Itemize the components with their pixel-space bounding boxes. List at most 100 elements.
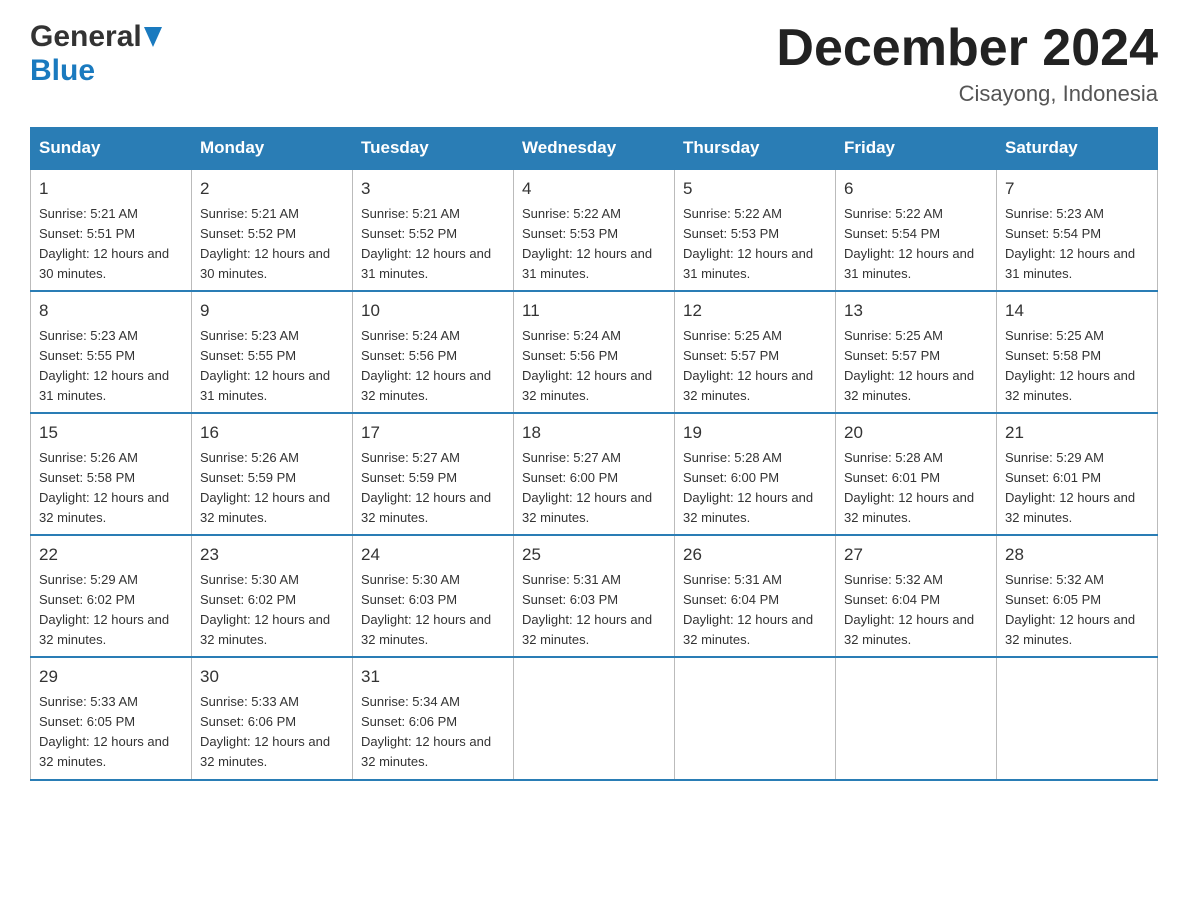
day-number: 4 bbox=[522, 176, 666, 202]
day-number: 24 bbox=[361, 542, 505, 568]
day-info: Sunrise: 5:34 AMSunset: 6:06 PMDaylight:… bbox=[361, 694, 491, 769]
day-info: Sunrise: 5:23 AMSunset: 5:54 PMDaylight:… bbox=[1005, 206, 1135, 281]
month-year-title: December 2024 bbox=[776, 20, 1158, 77]
calendar-cell: 1 Sunrise: 5:21 AMSunset: 5:51 PMDaylight… bbox=[31, 169, 192, 291]
day-number: 22 bbox=[39, 542, 183, 568]
day-info: Sunrise: 5:26 AMSunset: 5:58 PMDaylight:… bbox=[39, 450, 169, 525]
calendar-week-row: 1 Sunrise: 5:21 AMSunset: 5:51 PMDaylight… bbox=[31, 169, 1158, 291]
col-header-monday: Monday bbox=[192, 128, 353, 170]
day-number: 15 bbox=[39, 420, 183, 446]
day-number: 18 bbox=[522, 420, 666, 446]
calendar-cell: 28Sunrise: 5:32 AMSunset: 6:05 PMDayligh… bbox=[997, 535, 1158, 657]
day-number: 10 bbox=[361, 298, 505, 324]
calendar-cell: 19 Sunrise: 5:28 AMSunset: 6:00 PMDayligh… bbox=[675, 413, 836, 535]
day-number: 1 bbox=[39, 176, 183, 202]
calendar-cell bbox=[514, 657, 675, 779]
calendar-cell: 24 Sunrise: 5:30 AMSunset: 6:03 PMDayligh… bbox=[353, 535, 514, 657]
logo: General Blue bbox=[30, 20, 162, 88]
day-info: Sunrise: 5:27 AMSunset: 6:00 PMDaylight:… bbox=[522, 450, 652, 525]
day-info: Sunrise: 5:25 AMSunset: 5:57 PMDaylight:… bbox=[844, 328, 974, 403]
day-info: Sunrise: 5:27 AMSunset: 5:59 PMDaylight:… bbox=[361, 450, 491, 525]
day-info: Sunrise: 5:31 AMSunset: 6:03 PMDaylight:… bbox=[522, 572, 652, 647]
calendar-cell: 13 Sunrise: 5:25 AMSunset: 5:57 PMDayligh… bbox=[836, 291, 997, 413]
day-number: 31 bbox=[361, 664, 505, 690]
day-number: 26 bbox=[683, 542, 827, 568]
day-info: Sunrise: 5:22 AMSunset: 5:53 PMDaylight:… bbox=[522, 206, 652, 281]
day-info: Sunrise: 5:21 AMSunset: 5:51 PMDaylight:… bbox=[39, 206, 169, 281]
calendar-week-row: 29 Sunrise: 5:33 AMSunset: 6:05 PMDayligh… bbox=[31, 657, 1158, 779]
day-number: 6 bbox=[844, 176, 988, 202]
calendar-cell: 14 Sunrise: 5:25 AMSunset: 5:58 PMDayligh… bbox=[997, 291, 1158, 413]
day-number: 17 bbox=[361, 420, 505, 446]
calendar-cell bbox=[997, 657, 1158, 779]
calendar-cell: 20 Sunrise: 5:28 AMSunset: 6:01 PMDayligh… bbox=[836, 413, 997, 535]
calendar-table: SundayMondayTuesdayWednesdayThursdayFrid… bbox=[30, 127, 1158, 780]
calendar-cell: 15 Sunrise: 5:26 AMSunset: 5:58 PMDayligh… bbox=[31, 413, 192, 535]
col-header-saturday: Saturday bbox=[997, 128, 1158, 170]
day-info: Sunrise: 5:25 AMSunset: 5:58 PMDaylight:… bbox=[1005, 328, 1135, 403]
day-number: 23 bbox=[200, 542, 344, 568]
calendar-cell bbox=[836, 657, 997, 779]
day-info: Sunrise: 5:33 AMSunset: 6:05 PMDaylight:… bbox=[39, 694, 169, 769]
day-number: 2 bbox=[200, 176, 344, 202]
day-number: 30 bbox=[200, 664, 344, 690]
page-header: General Blue December 2024 Cisayong, Ind… bbox=[30, 20, 1158, 107]
day-number: 5 bbox=[683, 176, 827, 202]
day-number: 14 bbox=[1005, 298, 1149, 324]
day-number: 11 bbox=[522, 298, 666, 324]
calendar-week-row: 22Sunrise: 5:29 AMSunset: 6:02 PMDayligh… bbox=[31, 535, 1158, 657]
calendar-cell: 4 Sunrise: 5:22 AMSunset: 5:53 PMDaylight… bbox=[514, 169, 675, 291]
col-header-tuesday: Tuesday bbox=[353, 128, 514, 170]
calendar-cell: 29 Sunrise: 5:33 AMSunset: 6:05 PMDayligh… bbox=[31, 657, 192, 779]
col-header-thursday: Thursday bbox=[675, 128, 836, 170]
calendar-header-row: SundayMondayTuesdayWednesdayThursdayFrid… bbox=[31, 128, 1158, 170]
col-header-wednesday: Wednesday bbox=[514, 128, 675, 170]
day-number: 12 bbox=[683, 298, 827, 324]
calendar-cell: 21Sunrise: 5:29 AMSunset: 6:01 PMDayligh… bbox=[997, 413, 1158, 535]
day-number: 9 bbox=[200, 298, 344, 324]
calendar-cell: 5 Sunrise: 5:22 AMSunset: 5:53 PMDaylight… bbox=[675, 169, 836, 291]
calendar-cell: 2Sunrise: 5:21 AMSunset: 5:52 PMDaylight… bbox=[192, 169, 353, 291]
day-info: Sunrise: 5:28 AMSunset: 6:01 PMDaylight:… bbox=[844, 450, 974, 525]
calendar-cell: 22Sunrise: 5:29 AMSunset: 6:02 PMDayligh… bbox=[31, 535, 192, 657]
logo-chevron-icon bbox=[144, 27, 162, 47]
day-info: Sunrise: 5:26 AMSunset: 5:59 PMDaylight:… bbox=[200, 450, 330, 525]
calendar-cell: 25 Sunrise: 5:31 AMSunset: 6:03 PMDayligh… bbox=[514, 535, 675, 657]
calendar-cell: 3Sunrise: 5:21 AMSunset: 5:52 PMDaylight… bbox=[353, 169, 514, 291]
calendar-cell: 30 Sunrise: 5:33 AMSunset: 6:06 PMDayligh… bbox=[192, 657, 353, 779]
day-number: 19 bbox=[683, 420, 827, 446]
day-number: 29 bbox=[39, 664, 183, 690]
day-info: Sunrise: 5:33 AMSunset: 6:06 PMDaylight:… bbox=[200, 694, 330, 769]
day-info: Sunrise: 5:24 AMSunset: 5:56 PMDaylight:… bbox=[361, 328, 491, 403]
day-info: Sunrise: 5:30 AMSunset: 6:03 PMDaylight:… bbox=[361, 572, 491, 647]
col-header-sunday: Sunday bbox=[31, 128, 192, 170]
calendar-cell: 9Sunrise: 5:23 AMSunset: 5:55 PMDaylight… bbox=[192, 291, 353, 413]
calendar-cell: 27Sunrise: 5:32 AMSunset: 6:04 PMDayligh… bbox=[836, 535, 997, 657]
day-number: 27 bbox=[844, 542, 988, 568]
day-number: 13 bbox=[844, 298, 988, 324]
day-number: 25 bbox=[522, 542, 666, 568]
calendar-cell: 10 Sunrise: 5:24 AMSunset: 5:56 PMDayligh… bbox=[353, 291, 514, 413]
calendar-cell: 26 Sunrise: 5:31 AMSunset: 6:04 PMDayligh… bbox=[675, 535, 836, 657]
day-number: 20 bbox=[844, 420, 988, 446]
day-number: 3 bbox=[361, 176, 505, 202]
col-header-friday: Friday bbox=[836, 128, 997, 170]
title-section: December 2024 Cisayong, Indonesia bbox=[776, 20, 1158, 107]
day-info: Sunrise: 5:30 AMSunset: 6:02 PMDaylight:… bbox=[200, 572, 330, 647]
logo-blue-text: Blue bbox=[30, 54, 95, 88]
calendar-cell: 7 Sunrise: 5:23 AMSunset: 5:54 PMDaylight… bbox=[997, 169, 1158, 291]
day-number: 16 bbox=[200, 420, 344, 446]
day-info: Sunrise: 5:24 AMSunset: 5:56 PMDaylight:… bbox=[522, 328, 652, 403]
day-info: Sunrise: 5:22 AMSunset: 5:53 PMDaylight:… bbox=[683, 206, 813, 281]
day-info: Sunrise: 5:25 AMSunset: 5:57 PMDaylight:… bbox=[683, 328, 813, 403]
calendar-week-row: 8 Sunrise: 5:23 AMSunset: 5:55 PMDaylight… bbox=[31, 291, 1158, 413]
day-info: Sunrise: 5:28 AMSunset: 6:00 PMDaylight:… bbox=[683, 450, 813, 525]
day-info: Sunrise: 5:31 AMSunset: 6:04 PMDaylight:… bbox=[683, 572, 813, 647]
day-number: 8 bbox=[39, 298, 183, 324]
calendar-cell: 11 Sunrise: 5:24 AMSunset: 5:56 PMDayligh… bbox=[514, 291, 675, 413]
calendar-cell: 31 Sunrise: 5:34 AMSunset: 6:06 PMDayligh… bbox=[353, 657, 514, 779]
day-number: 7 bbox=[1005, 176, 1149, 202]
day-info: Sunrise: 5:23 AMSunset: 5:55 PMDaylight:… bbox=[39, 328, 169, 403]
calendar-week-row: 15 Sunrise: 5:26 AMSunset: 5:58 PMDayligh… bbox=[31, 413, 1158, 535]
day-number: 28 bbox=[1005, 542, 1149, 568]
